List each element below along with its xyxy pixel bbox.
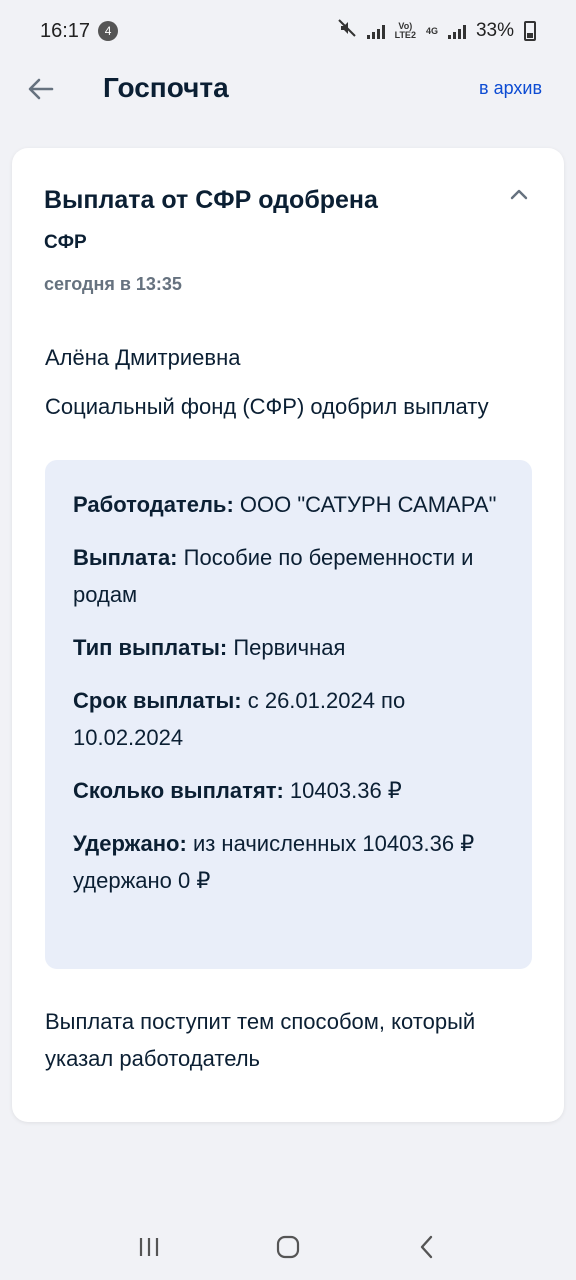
status-time: 16:17 bbox=[40, 19, 91, 42]
detail-label: Тип выплаты: bbox=[73, 635, 228, 660]
detail-value: 10403.36 ₽ bbox=[289, 778, 402, 803]
detail-payment-type: Тип выплаты: Первичная bbox=[73, 629, 504, 666]
page-title: Госпочта bbox=[103, 72, 229, 103]
volte-indicator: Vo) LTE2 bbox=[395, 22, 416, 40]
detail-payment-amount: Сколько выплатят: 10403.36 ₽ bbox=[73, 772, 504, 809]
detail-label: Сколько выплатят: bbox=[73, 778, 284, 803]
detail-withheld: Удержано: из начисленных 10403.36 ₽ удер… bbox=[73, 825, 504, 899]
payment-details-box: Работодатель: ООО "САТУРН САМАРА" Выплат… bbox=[45, 460, 532, 969]
recents-button[interactable] bbox=[129, 1227, 169, 1267]
battery-percent: 33% bbox=[475, 20, 514, 41]
detail-label: Выплата: bbox=[73, 545, 178, 570]
battery-icon bbox=[524, 21, 536, 41]
signal-icon-2 bbox=[447, 23, 466, 39]
status-bar: 16:17 4 Vo) LTE2 4G 33% bbox=[0, 0, 576, 62]
home-icon bbox=[276, 1235, 300, 1259]
status-right: Vo) LTE2 4G 33% bbox=[337, 18, 536, 44]
detail-payment: Выплата: Пособие по беременности и родам bbox=[73, 539, 504, 613]
app-header: Госпочта в архив bbox=[0, 62, 576, 118]
notification-count-badge: 4 bbox=[98, 21, 119, 41]
detail-label: Срок выплаты: bbox=[73, 688, 242, 713]
mute-icon bbox=[337, 18, 357, 44]
detail-payment-period: Срок выплаты: с 26.01.2024 по 10.02.2024 bbox=[73, 682, 504, 756]
signal-icon bbox=[366, 23, 385, 39]
detail-label: Удержано: bbox=[73, 831, 187, 856]
detail-employer: Работодатель: ООО "САТУРН САМАРА" bbox=[73, 486, 504, 523]
system-nav-bar bbox=[0, 1214, 576, 1280]
chevron-up-icon bbox=[510, 189, 528, 200]
system-back-button[interactable] bbox=[407, 1227, 447, 1267]
arrow-left-icon bbox=[28, 78, 54, 100]
message-sender: СФР bbox=[44, 232, 87, 253]
recents-icon bbox=[140, 1238, 159, 1256]
collapse-button[interactable] bbox=[508, 186, 530, 202]
back-button[interactable] bbox=[26, 74, 56, 104]
message-date: сегодня в 13:35 bbox=[44, 274, 182, 294]
chevron-left-icon bbox=[420, 1235, 432, 1259]
network-type-label: 4G bbox=[425, 25, 438, 36]
detail-value: Первичная bbox=[233, 635, 346, 660]
lte-label: LTE2 bbox=[394, 30, 416, 40]
status-left: 16:17 4 bbox=[40, 19, 119, 43]
archive-link[interactable]: в архив bbox=[479, 78, 542, 99]
intro-text: Социальный фонд (СФР) одобрил выплату bbox=[45, 394, 489, 419]
message-title: Выплата от СФР одобрена bbox=[44, 186, 378, 214]
message-card: Выплата от СФР одобрена СФР сегодня в 13… bbox=[12, 148, 564, 1122]
payment-method-note: Выплата поступит тем способом, который у… bbox=[45, 1009, 476, 1071]
home-button[interactable] bbox=[268, 1227, 308, 1267]
detail-label: Работодатель: bbox=[73, 492, 234, 517]
detail-value: ООО "САТУРН САМАРА" bbox=[239, 492, 497, 517]
greeting-text: Алёна Дмитриевна bbox=[45, 345, 241, 370]
